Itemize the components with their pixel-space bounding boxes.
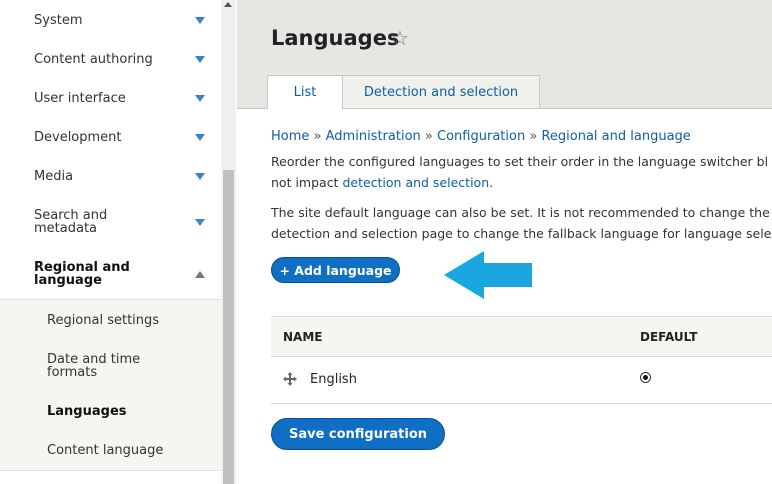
sidebar-item-search-and-metadata[interactable]: Search and metadata: [0, 208, 221, 236]
breadcrumb-regional-and-language[interactable]: Regional and language: [541, 129, 690, 144]
add-language-button[interactable]: + Add language: [271, 257, 400, 283]
sidebar-item-development[interactable]: Development: [0, 127, 221, 147]
breadcrumb-separator: »: [424, 129, 433, 144]
description-text: not impact: [271, 175, 343, 190]
column-header-default: DEFAULT: [640, 330, 698, 344]
sidebar-subitem-regional-settings[interactable]: Regional settings: [0, 310, 221, 330]
sidebar-subitem-label: Content language: [47, 442, 164, 458]
sidebar-subitem-label: Languages: [47, 403, 127, 419]
chevron-down-icon[interactable]: [195, 94, 205, 102]
page-title: Languages: [271, 26, 400, 50]
sidebar-item-content-authoring[interactable]: Content authoring: [0, 49, 221, 69]
language-name-cell: English: [310, 372, 357, 387]
sidebar-item-label: System: [34, 12, 83, 28]
breadcrumb-separator: »: [313, 129, 322, 144]
sidebar-item-label: Media: [34, 168, 74, 184]
admin-sidebar: System Content authoring User interface …: [0, 0, 222, 484]
tab-list[interactable]: List: [267, 75, 343, 109]
breadcrumb-separator: »: [529, 129, 538, 144]
description-line-3: The site default language can also be se…: [271, 205, 770, 220]
tab-detection-and-selection[interactable]: Detection and selection: [342, 75, 540, 108]
sidebar-item-label: Regional and language: [34, 260, 130, 288]
sidebar-subitem-content-language[interactable]: Content language: [0, 440, 221, 460]
description-text: .: [489, 175, 494, 190]
description-line-4: detection and selection page to change t…: [271, 226, 772, 241]
sidebar-subitem-label: Regional settings: [47, 312, 160, 328]
drag-handle-icon[interactable]: [283, 372, 297, 386]
sidebar-item-label: Development: [34, 129, 122, 145]
sidebar-subitem-date-and-time-formats[interactable]: Date and time formats: [0, 352, 221, 380]
sidebar-item-media[interactable]: Media: [0, 166, 221, 186]
breadcrumb-configuration[interactable]: Configuration: [437, 129, 525, 144]
sidebar-item-label: Search and metadata: [34, 208, 108, 236]
sidebar-scrollbar-thumb[interactable]: [223, 170, 234, 484]
sidebar-subitem-label: Date and time formats: [47, 352, 141, 380]
chevron-down-icon[interactable]: [195, 16, 205, 24]
breadcrumb-administration[interactable]: Administration: [326, 129, 421, 144]
star-icon[interactable]: ☆: [391, 28, 409, 48]
sidebar-item-system[interactable]: System: [0, 10, 221, 30]
breadcrumb-home[interactable]: Home: [271, 129, 309, 144]
description-line-1: Reorder the configured languages to set …: [271, 154, 769, 169]
column-header-name[interactable]: NAME: [283, 330, 322, 344]
sidebar-subitem-languages[interactable]: Languages: [0, 401, 221, 421]
breadcrumb: Home » Administration » Configuration » …: [271, 129, 691, 144]
save-configuration-button[interactable]: Save configuration: [271, 418, 445, 450]
chevron-down-icon[interactable]: [195, 172, 205, 180]
sidebar-item-regional-and-language[interactable]: Regional and language: [0, 260, 221, 288]
sidebar-item-label: User interface: [34, 90, 126, 106]
default-language-radio[interactable]: [640, 372, 651, 383]
arrow-left-icon: [444, 251, 532, 299]
detection-and-selection-link[interactable]: detection and selection: [342, 175, 489, 190]
chevron-down-icon[interactable]: [195, 218, 205, 226]
chevron-down-icon[interactable]: [195, 133, 205, 141]
scroll-up-arrow-icon[interactable]: [224, 2, 232, 7]
description-line-2: not impact detection and selection.: [271, 172, 493, 193]
chevron-down-icon[interactable]: [195, 55, 205, 63]
sidebar-item-label: Content authoring: [34, 51, 153, 67]
sidebar-item-user-interface[interactable]: User interface: [0, 88, 221, 108]
chevron-up-icon[interactable]: [195, 270, 205, 278]
